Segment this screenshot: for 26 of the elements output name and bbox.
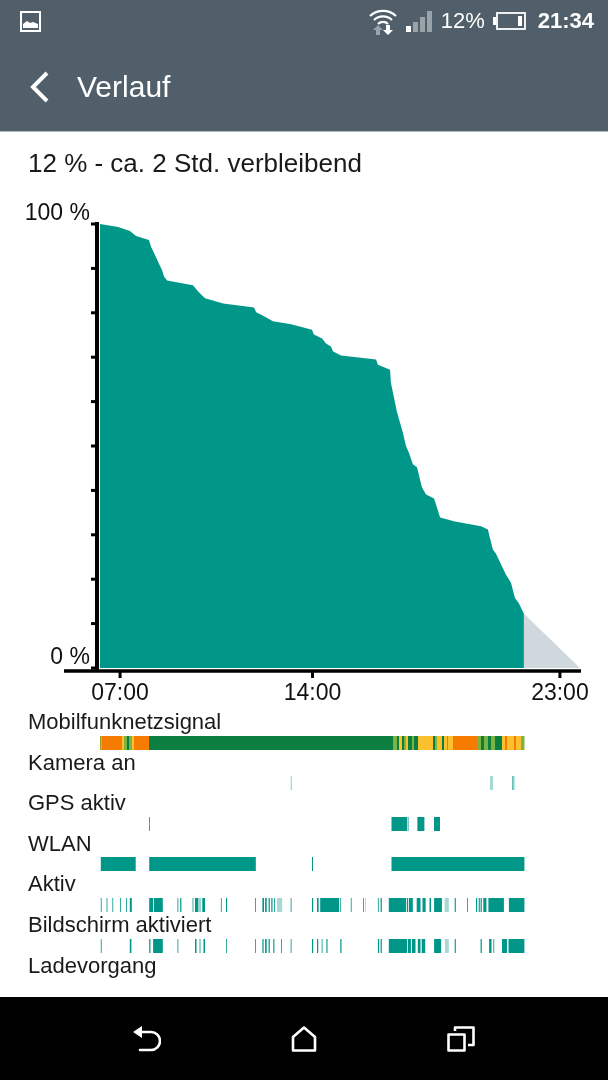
recent-apps-button[interactable] bbox=[447, 1024, 475, 1053]
back-icon bbox=[133, 1025, 161, 1052]
y-axis-label: 100 % bbox=[24, 200, 90, 226]
timeline-label: GPS aktiv bbox=[28, 790, 126, 817]
x-axis-label: 14:00 bbox=[283, 679, 342, 706]
home-button[interactable] bbox=[290, 1024, 318, 1053]
signal-icon bbox=[405, 10, 433, 32]
x-axis-label: 23:00 bbox=[531, 679, 589, 706]
timeline-label: Aktiv bbox=[28, 871, 76, 898]
clock: 21:34 bbox=[537, 8, 594, 34]
timeline-label: Bildschirm aktiviert bbox=[28, 911, 212, 939]
timeline-label: Kamera an bbox=[28, 749, 136, 777]
chevron-left-icon bbox=[29, 70, 49, 103]
x-axis-label: 07:00 bbox=[91, 679, 149, 706]
battery-icon bbox=[492, 12, 526, 30]
home-icon bbox=[291, 1025, 317, 1052]
timeline-label: Ladevorgang bbox=[28, 952, 157, 980]
battery-percentage: 12% bbox=[440, 8, 485, 34]
recent-apps-icon bbox=[447, 1025, 475, 1052]
timeline-label: WLAN bbox=[28, 830, 92, 858]
timeline-label: Mobilfunknetzsignal bbox=[28, 709, 222, 736]
battery-summary: 12 % - ca. 2 Std. verbleibend bbox=[28, 148, 362, 178]
back-button[interactable] bbox=[133, 1024, 161, 1053]
page-title: Verlauf bbox=[77, 68, 171, 105]
image-icon bbox=[20, 10, 41, 32]
y-axis-label: 0 % bbox=[50, 643, 90, 670]
